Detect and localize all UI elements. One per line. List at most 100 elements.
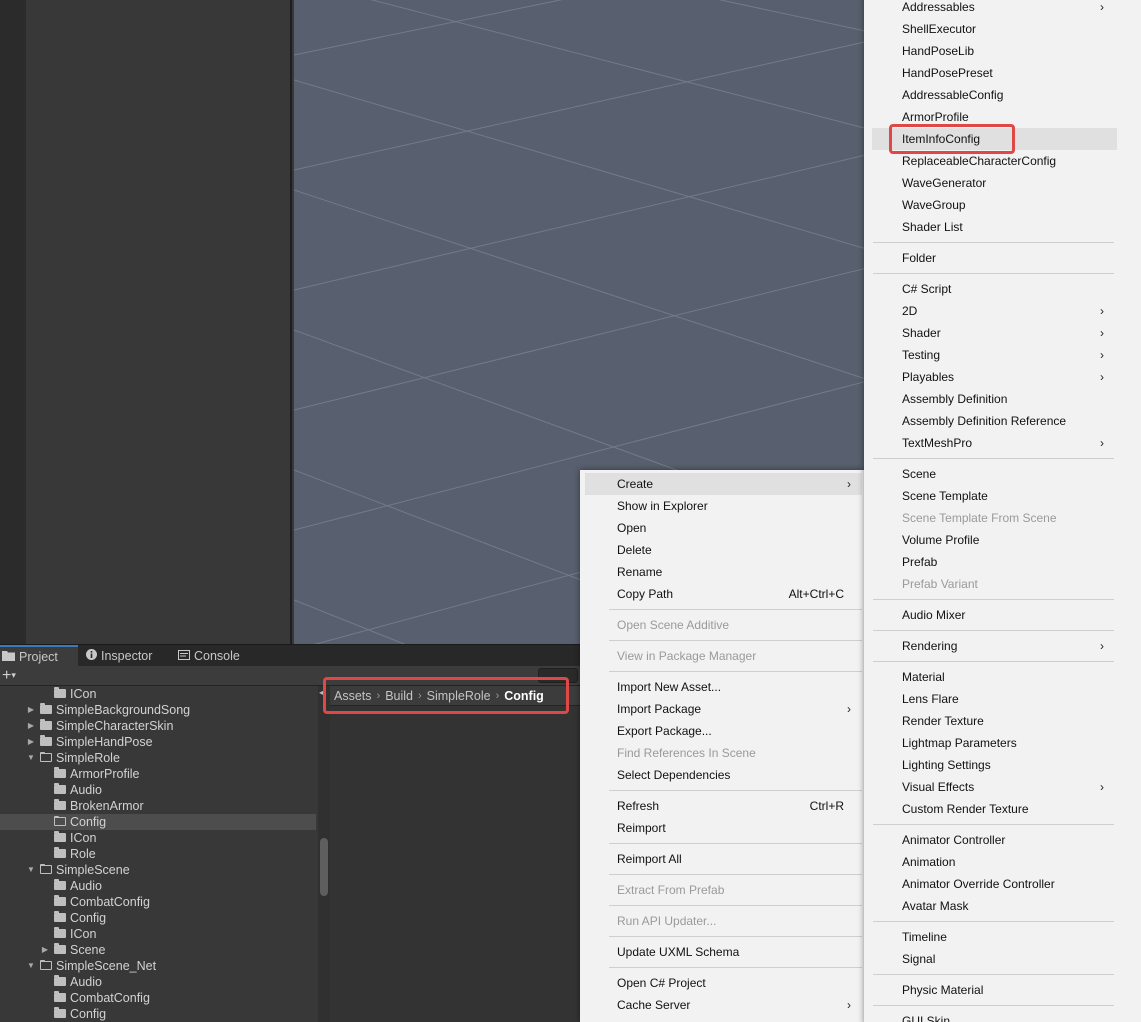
menu-item-handposelib[interactable]: HandPoseLib [864,40,1141,62]
menu-item-handposepreset[interactable]: HandPosePreset [864,62,1141,84]
menu-item-lens-flare[interactable]: Lens Flare [864,688,1141,710]
tree-item-config[interactable]: Config [0,1006,316,1022]
menu-item-prefab[interactable]: Prefab [864,551,1141,573]
menu-item-audio-mixer[interactable]: Audio Mixer [864,604,1141,626]
menu-item-assembly-definition[interactable]: Assembly Definition [864,388,1141,410]
tree-item-combatconfig[interactable]: CombatConfig [0,990,316,1006]
tab-project[interactable]: Project [0,645,78,667]
menu-item-wavegenerator[interactable]: WaveGenerator [864,172,1141,194]
menu-item-scene[interactable]: Scene [864,463,1141,485]
tree-item-role[interactable]: Role [0,846,316,862]
console-icon [178,645,190,667]
menu-item-shader[interactable]: Shader › [864,322,1141,344]
menu-item-show-in-explorer[interactable]: Show in Explorer [580,495,864,517]
menu-item-shellexecutor[interactable]: ShellExecutor [864,18,1141,40]
menu-item-copy-path[interactable]: Copy Path Alt+Ctrl+C [580,583,864,605]
menu-item-addressableconfig[interactable]: AddressableConfig [864,84,1141,106]
expand-arrow-right-icon[interactable]: ▶ [40,942,50,958]
menu-item-volume-profile[interactable]: Volume Profile [864,529,1141,551]
menu-item-delete[interactable]: Delete [580,539,864,561]
menu-item-rendering[interactable]: Rendering › [864,635,1141,657]
tree-item-icon[interactable]: ICon [0,830,316,846]
tree-item-audio[interactable]: Audio [0,878,316,894]
expand-arrow-right-icon[interactable]: ▶ [26,718,36,734]
tree-item-audio[interactable]: Audio [0,782,316,798]
tree-scrollbar-thumb[interactable] [320,838,328,896]
menu-item-material[interactable]: Material [864,666,1141,688]
menu-item-label: Material [902,670,945,684]
menu-separator [873,242,1114,243]
tree-item-config[interactable]: Config [0,814,316,830]
menu-item-scene-template[interactable]: Scene Template [864,485,1141,507]
menu-item-folder[interactable]: Folder [864,247,1141,269]
menu-item-testing[interactable]: Testing › [864,344,1141,366]
menu-item-addressables[interactable]: Addressables › [864,0,1141,18]
menu-item-reimport[interactable]: Reimport [580,817,864,839]
tab-inspector[interactable]: Inspector [84,645,168,667]
menu-item-c-script[interactable]: C# Script [864,278,1141,300]
menu-item-animator-controller[interactable]: Animator Controller [864,829,1141,851]
expand-arrow-down-icon[interactable]: ▼ [26,958,36,974]
menu-item-reimport-all[interactable]: Reimport All [580,848,864,870]
menu-item-timeline[interactable]: Timeline [864,926,1141,948]
menu-item-avatar-mask[interactable]: Avatar Mask [864,895,1141,917]
tree-item-armorprofile[interactable]: ArmorProfile [0,766,316,782]
tree-item-simplecharacterskin[interactable]: ▶ SimpleCharacterSkin [0,718,316,734]
menu-item-assembly-definition-reference[interactable]: Assembly Definition Reference [864,410,1141,432]
tree-item-brokenarmor[interactable]: BrokenArmor [0,798,316,814]
menu-item-playables[interactable]: Playables › [864,366,1141,388]
menu-item-textmeshpro[interactable]: TextMeshPro › [864,432,1141,454]
tree-item-simplescene-net[interactable]: ▼ SimpleScene_Net [0,958,316,974]
menu-item-wavegroup[interactable]: WaveGroup [864,194,1141,216]
menu-item-label: Addressables [902,0,975,14]
tree-item-simplehandpose[interactable]: ▶ SimpleHandPose [0,734,316,750]
menu-item-find-references-in-scene: Find References In Scene [580,742,864,764]
menu-item-gui-skin[interactable]: GUI Skin [864,1010,1141,1022]
menu-item-label: Lightmap Parameters [902,736,1017,750]
menu-item-select-dependencies[interactable]: Select Dependencies [580,764,864,786]
menu-item-physic-material[interactable]: Physic Material [864,979,1141,1001]
menu-item-import-package[interactable]: Import Package › [580,698,864,720]
tab-console[interactable]: Console [176,645,256,667]
tree-item-config[interactable]: Config [0,910,316,926]
menu-item-export-package[interactable]: Export Package... [580,720,864,742]
menu-item-shader-list[interactable]: Shader List [864,216,1141,238]
menu-item-animator-override-controller[interactable]: Animator Override Controller [864,873,1141,895]
tree-item-simplerole[interactable]: ▼ SimpleRole [0,750,316,766]
menu-item-signal[interactable]: Signal [864,948,1141,970]
menu-item-lightmap-parameters[interactable]: Lightmap Parameters [864,732,1141,754]
menu-item-render-texture[interactable]: Render Texture [864,710,1141,732]
menu-item-import-new-asset[interactable]: Import New Asset... [580,676,864,698]
menu-item-create[interactable]: Create › [585,473,862,495]
tree-item-label: Scene [70,943,106,957]
tree-item-scene[interactable]: ▶ Scene [0,942,316,958]
assets-content-area[interactable] [330,686,580,1022]
folder-icon [54,831,66,842]
tree-scrollbar[interactable] [318,686,330,1022]
menu-item-visual-effects[interactable]: Visual Effects › [864,776,1141,798]
menu-item-rename[interactable]: Rename [580,561,864,583]
tree-item-combatconfig[interactable]: CombatConfig [0,894,316,910]
submenu-arrow-icon: › [1100,326,1104,340]
add-asset-button[interactable]: +▾ [2,667,16,684]
menu-item-label: Import New Asset... [617,680,722,694]
left-toolbar-strip [0,0,26,644]
tree-item-audio[interactable]: Audio [0,974,316,990]
tree-item-simplescene[interactable]: ▼ SimpleScene [0,862,316,878]
tree-item-simplebackgroundsong[interactable]: ▶ SimpleBackgroundSong [0,702,316,718]
expand-arrow-down-icon[interactable]: ▼ [26,862,36,878]
expand-arrow-down-icon[interactable]: ▼ [26,750,36,766]
tree-item-icon[interactable]: ICon [0,686,316,702]
expand-arrow-right-icon[interactable]: ▶ [26,702,36,718]
menu-item-custom-render-texture[interactable]: Custom Render Texture [864,798,1141,820]
menu-item-lighting-settings[interactable]: Lighting Settings [864,754,1141,776]
expand-arrow-right-icon[interactable]: ▶ [26,734,36,750]
menu-item-open-c-project[interactable]: Open C# Project [580,972,864,994]
menu-item-update-uxml-schema[interactable]: Update UXML Schema [580,941,864,963]
tree-item-icon[interactable]: ICon [0,926,316,942]
menu-item-2d[interactable]: 2D › [864,300,1141,322]
menu-item-refresh[interactable]: Refresh Ctrl+R [580,795,864,817]
menu-item-open[interactable]: Open [580,517,864,539]
menu-item-animation[interactable]: Animation [864,851,1141,873]
menu-item-cache-server[interactable]: Cache Server › [580,994,864,1016]
